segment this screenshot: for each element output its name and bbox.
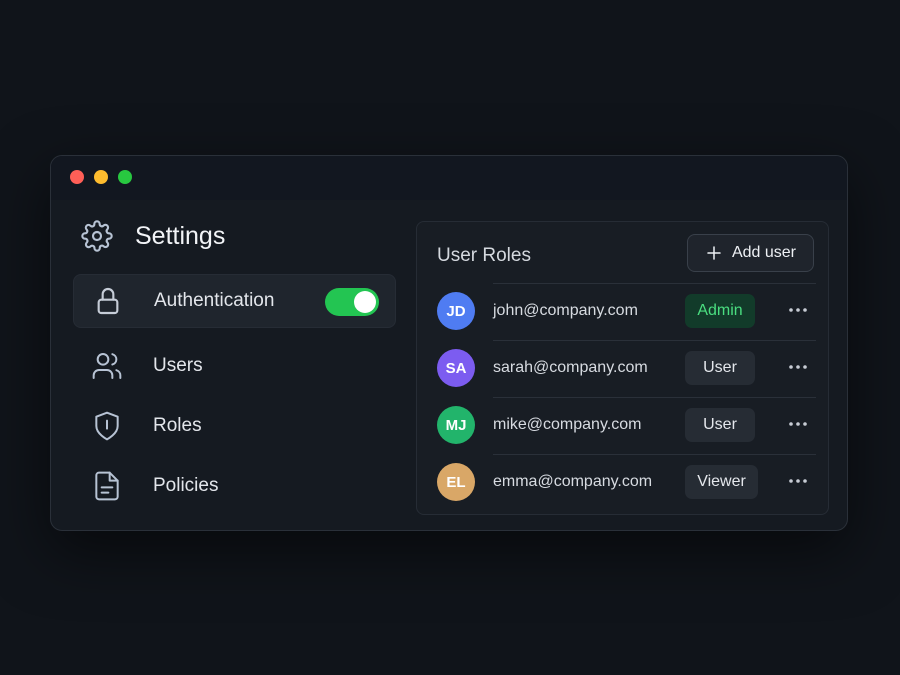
maximize-window-button[interactable] bbox=[118, 170, 132, 184]
users-icon bbox=[92, 353, 122, 379]
sidebar-item-policies[interactable]: Policies bbox=[73, 459, 396, 513]
avatar: SA bbox=[437, 349, 475, 387]
authentication-toggle[interactable] bbox=[325, 288, 379, 316]
user-email: emma@company.com bbox=[493, 473, 653, 490]
user-email: mike@company.com bbox=[493, 416, 642, 433]
more-horizontal-icon bbox=[789, 365, 807, 369]
user-email: john@company.com bbox=[493, 302, 638, 319]
more-horizontal-icon bbox=[789, 479, 807, 483]
lock-icon bbox=[97, 288, 119, 315]
more-options-button[interactable] bbox=[785, 414, 811, 434]
user-roles-panel: User Roles Add user JD john@company.com … bbox=[416, 221, 829, 515]
add-user-button[interactable]: Add user bbox=[687, 234, 814, 272]
settings-window: Settings Authentication Users Roles Poli… bbox=[50, 155, 848, 531]
panel-title: User Roles bbox=[437, 245, 531, 266]
role-dropdown[interactable]: User bbox=[685, 408, 755, 442]
close-window-button[interactable] bbox=[70, 170, 84, 184]
avatar: MJ bbox=[437, 406, 475, 444]
shield-icon bbox=[95, 411, 119, 441]
sidebar-item-label: Authentication bbox=[154, 290, 275, 311]
document-icon bbox=[95, 471, 119, 501]
table-row: EL emma@company.com Viewer bbox=[437, 454, 816, 512]
sidebar-item-users[interactable]: Users bbox=[73, 339, 396, 393]
user-email: sarah@company.com bbox=[493, 359, 648, 376]
table-row: JD john@company.com Admin bbox=[437, 283, 816, 341]
avatar: EL bbox=[437, 463, 475, 501]
gear-icon bbox=[81, 220, 113, 252]
role-dropdown[interactable]: Admin bbox=[685, 294, 755, 328]
sidebar-item-label: Policies bbox=[153, 475, 219, 496]
add-user-label: Add user bbox=[731, 244, 797, 261]
role-dropdown[interactable]: Viewer bbox=[685, 465, 758, 499]
toggle-knob bbox=[354, 291, 376, 313]
title-bar bbox=[51, 156, 847, 200]
table-row: SA sarah@company.com User bbox=[437, 340, 816, 398]
sidebar-item-label: Users bbox=[153, 355, 203, 376]
minimize-window-button[interactable] bbox=[94, 170, 108, 184]
page-title: Settings bbox=[135, 221, 226, 250]
role-dropdown[interactable]: User bbox=[685, 351, 755, 385]
plus-icon bbox=[707, 246, 721, 260]
more-options-button[interactable] bbox=[785, 471, 811, 491]
table-row: MJ mike@company.com User bbox=[437, 397, 816, 455]
sidebar-item-label: Roles bbox=[153, 415, 202, 436]
sidebar-item-authentication[interactable]: Authentication bbox=[73, 274, 396, 328]
sidebar-item-roles[interactable]: Roles bbox=[73, 399, 396, 453]
more-horizontal-icon bbox=[789, 308, 807, 312]
more-options-button[interactable] bbox=[785, 300, 811, 320]
more-options-button[interactable] bbox=[785, 357, 811, 377]
avatar: JD bbox=[437, 292, 475, 330]
more-horizontal-icon bbox=[789, 422, 807, 426]
settings-header: Settings bbox=[81, 220, 225, 252]
